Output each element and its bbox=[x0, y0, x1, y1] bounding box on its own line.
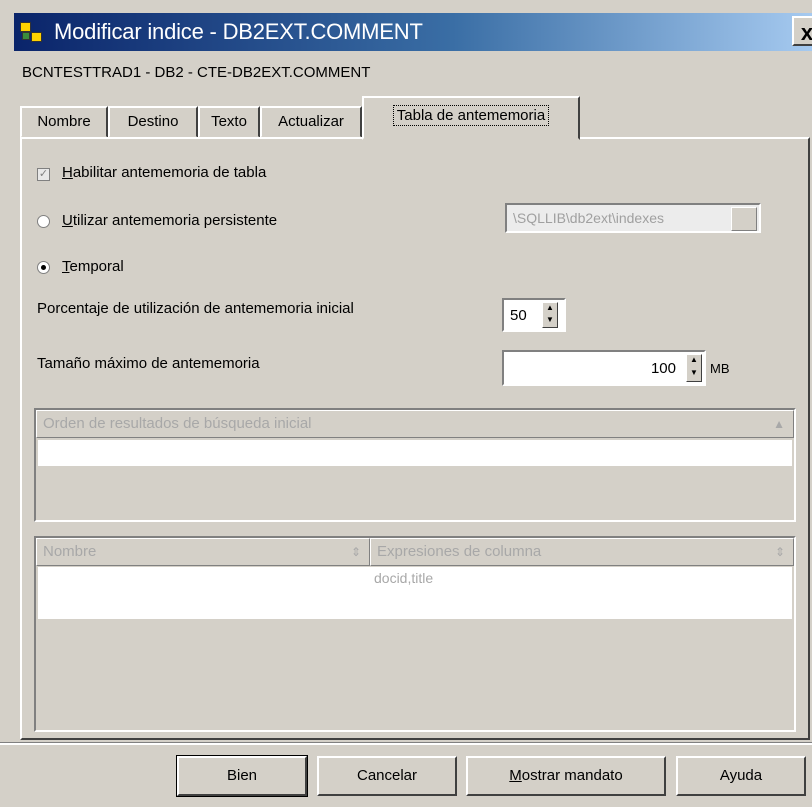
initial-percentage-value: 50 bbox=[510, 307, 527, 324]
initial-percentage-label: Porcentaje de utilización de antememoria… bbox=[37, 300, 354, 317]
sort-icon: ⇕ bbox=[774, 545, 785, 559]
column-header-expresiones-text: Expresiones de columna bbox=[377, 543, 542, 560]
column-header-nombre-text: Nombre bbox=[43, 543, 97, 560]
persistent-mnemonic: U bbox=[62, 212, 73, 229]
tab-texto-label: Texto bbox=[211, 113, 247, 130]
title-bar: Modificar indice - DB2EXT.COMMENT x bbox=[14, 13, 812, 51]
sort-order-row[interactable] bbox=[38, 440, 792, 466]
tab-nombre[interactable]: Nombre bbox=[20, 106, 108, 138]
show-command-button[interactable]: Mostrar mandato bbox=[466, 756, 666, 796]
enable-cache-mnemonic: H bbox=[62, 164, 73, 181]
column-header-nombre[interactable]: Nombre ⇕ bbox=[36, 538, 370, 566]
temporal-cache-radio[interactable] bbox=[37, 261, 50, 274]
close-button[interactable]: x bbox=[792, 16, 812, 46]
max-size-spinner[interactable]: ▲ ▼ bbox=[686, 354, 702, 382]
temporal-cache-label[interactable]: Temporal bbox=[62, 258, 124, 275]
enable-cache-checkbox[interactable]: ✓ bbox=[37, 168, 50, 181]
show-command-mnemonic: M bbox=[509, 767, 522, 784]
max-size-value: 100 bbox=[650, 360, 676, 377]
persistent-path-text: \SQLLIB\db2ext\indexes bbox=[513, 210, 664, 226]
show-command-text: ostrar mandato bbox=[521, 767, 623, 784]
footer-separator bbox=[0, 742, 812, 745]
help-button[interactable]: Ayuda bbox=[676, 756, 806, 796]
window-title: Modificar indice - DB2EXT.COMMENT bbox=[54, 19, 423, 44]
browse-button[interactable] bbox=[731, 207, 757, 231]
tab-destino[interactable]: Destino bbox=[108, 106, 198, 138]
max-size-label: Tamaño máximo de antememoria bbox=[37, 355, 260, 372]
enable-cache-text: abilitar antememoria de tabla bbox=[72, 164, 267, 181]
persistent-text: tilizar antememoria persistente bbox=[72, 212, 278, 229]
tab-tabla-de-antememoria[interactable]: Tabla de antememoria bbox=[362, 96, 580, 140]
sort-order-header-text: Orden de resultados de búsqueda inicial bbox=[43, 415, 312, 432]
sort-order-header[interactable]: Orden de resultados de búsqueda inicial … bbox=[36, 410, 794, 438]
tab-nombre-label: Nombre bbox=[37, 113, 91, 130]
persistent-cache-radio[interactable] bbox=[37, 215, 50, 228]
temporal-mnemonic: T bbox=[62, 258, 70, 275]
enable-cache-label[interactable]: Habilitar antememoria de tabla bbox=[62, 164, 266, 181]
ok-button[interactable]: Bien bbox=[176, 755, 308, 797]
tab-destino-label: Destino bbox=[127, 113, 179, 130]
persistent-cache-label[interactable]: Utilizar antememoria persistente bbox=[62, 212, 277, 229]
cancel-button[interactable]: Cancelar bbox=[317, 756, 457, 796]
sort-icon: ⇕ bbox=[350, 545, 361, 559]
spin-up-icon[interactable]: ▲ bbox=[543, 303, 557, 315]
column-expression-cell: docid,title bbox=[374, 570, 434, 586]
spin-down-icon[interactable]: ▼ bbox=[687, 368, 701, 381]
tab-actualizar-label: Actualizar bbox=[278, 113, 344, 130]
column-header-expresiones[interactable]: Expresiones de columna ⇕ bbox=[370, 538, 794, 566]
initial-percentage-spinner[interactable]: ▲ ▼ bbox=[542, 302, 558, 328]
initial-percentage-input[interactable]: 50 ▲ ▼ bbox=[502, 298, 566, 332]
spin-up-icon[interactable]: ▲ bbox=[687, 355, 701, 368]
object-path-label: BCNTESTTRAD1 - DB2 - CTE-DB2EXT.COMMENT bbox=[22, 64, 371, 81]
tab-texto[interactable]: Texto bbox=[198, 106, 260, 138]
max-size-input[interactable]: 100 ▲ ▼ bbox=[502, 350, 706, 386]
db2-app-icon bbox=[20, 22, 44, 42]
persistent-path-field[interactable]: \SQLLIB\db2ext\indexes bbox=[505, 203, 761, 233]
tab-tabla-label: Tabla de antememoria bbox=[392, 105, 550, 126]
max-size-unit: MB bbox=[710, 361, 730, 376]
sort-icon: ▲ bbox=[773, 417, 785, 431]
tab-actualizar[interactable]: Actualizar bbox=[260, 106, 362, 138]
spin-down-icon[interactable]: ▼ bbox=[543, 315, 557, 327]
temporal-text: emporal bbox=[69, 258, 124, 275]
